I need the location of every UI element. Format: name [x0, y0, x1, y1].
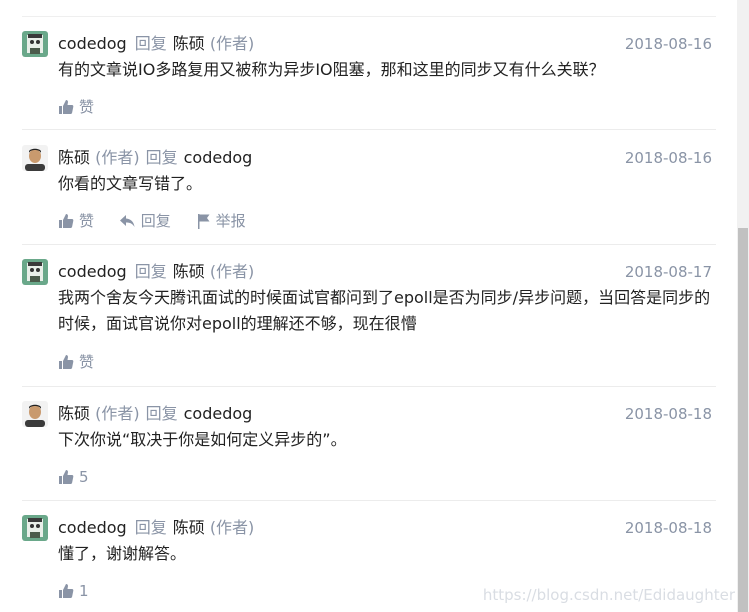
- avatar-chenshuo[interactable]: [22, 145, 48, 171]
- thumbs-up-icon: [59, 584, 74, 598]
- comment-date: 2018-08-18: [624, 405, 712, 423]
- author-tag: (作者): [209, 262, 255, 281]
- like-count: 1: [79, 582, 89, 600]
- comment-divider: [22, 386, 716, 387]
- thumbs-up-icon: [59, 214, 74, 228]
- like-button[interactable]: 赞: [58, 210, 94, 232]
- comment-target[interactable]: 陈硕: [173, 262, 205, 281]
- thumbs-up-icon: [59, 355, 74, 369]
- scrollbar-thumb[interactable]: [738, 228, 748, 612]
- comment-header: codedog 回复 陈硕 (作者): [58, 259, 254, 285]
- comment-user[interactable]: codedog: [58, 262, 127, 281]
- comment-target[interactable]: codedog: [184, 404, 253, 423]
- author-tag: (作者): [209, 34, 255, 53]
- comment-date: 2018-08-17: [624, 263, 712, 281]
- comment-header: 陈硕 (作者) 回复 codedog: [58, 145, 252, 171]
- comment-header: codedog 回复 陈硕 (作者): [58, 31, 254, 57]
- comment-user[interactable]: codedog: [58, 518, 127, 537]
- like-button[interactable]: 赞: [58, 96, 94, 118]
- comment-actions: 5: [58, 466, 109, 488]
- author-tag: (作者): [209, 518, 255, 537]
- like-count: 5: [79, 468, 89, 486]
- comment-target[interactable]: codedog: [184, 148, 253, 167]
- comment-user[interactable]: codedog: [58, 34, 127, 53]
- comment-header: codedog 回复 陈硕 (作者): [58, 515, 254, 541]
- comment-date: 2018-08-16: [624, 35, 712, 53]
- reply-word: 回复: [145, 148, 178, 167]
- like-button[interactable]: 1: [58, 580, 89, 602]
- watermark: https://blog.csdn.net/Edidaughter: [482, 586, 735, 604]
- comment-header: 陈硕 (作者) 回复 codedog: [58, 401, 252, 427]
- comment-text: 下次你说“取决于你是如何定义异步的”。: [58, 430, 347, 449]
- comment-user[interactable]: 陈硕: [58, 148, 90, 167]
- report-button[interactable]: 举报: [196, 210, 246, 232]
- like-button[interactable]: 5: [58, 466, 89, 488]
- reply-label: 回复: [140, 212, 171, 230]
- avatar-codedog[interactable]: [22, 259, 48, 285]
- author-tag: (作者): [95, 148, 140, 167]
- reply-word: 回复: [134, 262, 167, 281]
- scrollbar-track[interactable]: [737, 0, 749, 612]
- like-button[interactable]: 赞: [58, 351, 94, 373]
- comment-text: 你看的文章写错了。: [58, 174, 203, 193]
- comment-date: 2018-08-18: [624, 519, 712, 537]
- like-label: 赞: [79, 98, 95, 116]
- comment-text: 懂了，谢谢解答。: [58, 544, 187, 563]
- comment-date: 2018-08-16: [624, 149, 712, 167]
- like-label: 赞: [79, 353, 95, 371]
- flag-icon: [197, 214, 210, 229]
- comment-user[interactable]: 陈硕: [58, 404, 90, 423]
- comment-divider: [22, 129, 716, 130]
- reply-button[interactable]: 回复: [119, 210, 171, 232]
- comment-target[interactable]: 陈硕: [173, 34, 205, 53]
- reply-word: 回复: [134, 34, 167, 53]
- report-label: 举报: [215, 212, 246, 230]
- comment-actions: 赞: [58, 351, 114, 373]
- reply-arrow-icon: [119, 215, 135, 227]
- comment-actions: 赞: [58, 96, 114, 118]
- comment-actions: 赞 回复 举报: [58, 210, 266, 232]
- comment-text: 有的文章说IO多路复用又被称为异步IO阻塞，那和这里的同步又有什么关联？: [58, 60, 605, 79]
- comment-actions: 1: [58, 580, 109, 602]
- top-divider: [22, 16, 716, 17]
- reply-word: 回复: [145, 404, 178, 423]
- comment-text: 我两个舍友今天腾讯面试的时候面试官都问到了epoll是否为同步/异步问题，当回答…: [58, 288, 711, 333]
- thumbs-up-icon: [59, 100, 74, 114]
- comment-divider: [22, 500, 716, 501]
- avatar-codedog[interactable]: [22, 515, 48, 541]
- comment-divider: [22, 244, 716, 245]
- like-label: 赞: [79, 212, 95, 230]
- reply-word: 回复: [134, 518, 167, 537]
- avatar-chenshuo[interactable]: [22, 401, 48, 427]
- avatar-codedog[interactable]: [22, 31, 48, 57]
- comment-target[interactable]: 陈硕: [173, 518, 205, 537]
- thumbs-up-icon: [59, 470, 74, 484]
- author-tag: (作者): [95, 404, 140, 423]
